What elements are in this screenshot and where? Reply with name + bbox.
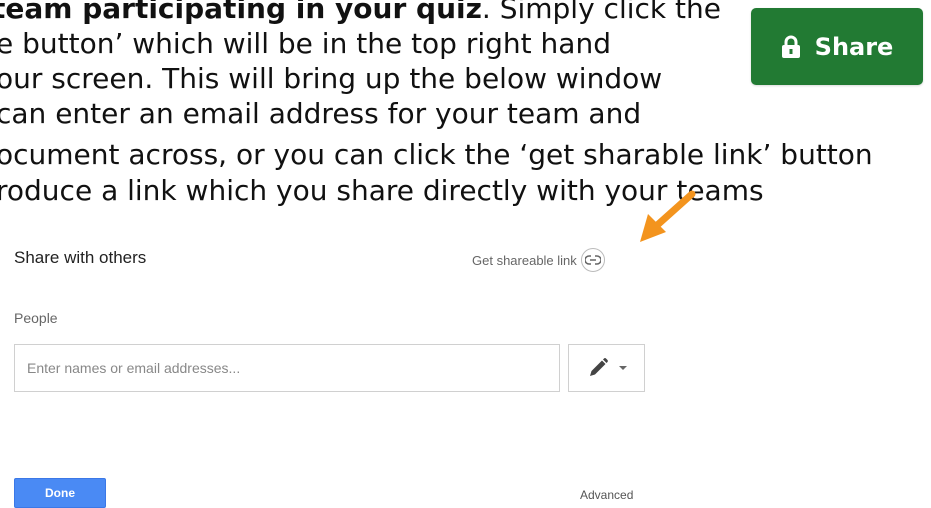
done-button[interactable]: Done [14, 478, 106, 508]
chevron-down-icon [618, 366, 627, 370]
get-shareable-link-label: Get shareable link [472, 252, 577, 268]
people-label: People [14, 310, 58, 326]
instruction-emphasis: team participating in your quiz [0, 0, 482, 25]
permission-dropdown[interactable] [568, 344, 645, 392]
lock-icon [781, 35, 801, 59]
pencil-icon [589, 358, 608, 376]
instruction-line-4: can enter an email address for your team… [0, 97, 642, 130]
link-icon[interactable] [580, 248, 605, 272]
share-button-label: Share [814, 32, 894, 61]
instruction-line-5: ocument across, or you can click the ‘ge… [0, 138, 873, 171]
advanced-link[interactable]: Advanced [580, 488, 633, 502]
instruction-line-2: e button’ which will be in the top right… [0, 27, 611, 60]
share-dialog: Share with others Get shareable link Peo… [0, 232, 931, 508]
instruction-line-1-rest: . Simply click the [481, 0, 721, 25]
instruction-line-1: team participating in your quiz. Simply … [0, 0, 721, 26]
people-input[interactable] [14, 344, 560, 392]
share-button[interactable]: Share [751, 8, 923, 85]
instruction-line-3: our screen. This will bring up the below… [0, 62, 663, 95]
get-shareable-link[interactable]: Get shareable link [472, 248, 605, 272]
dialog-title: Share with others [14, 248, 147, 267]
